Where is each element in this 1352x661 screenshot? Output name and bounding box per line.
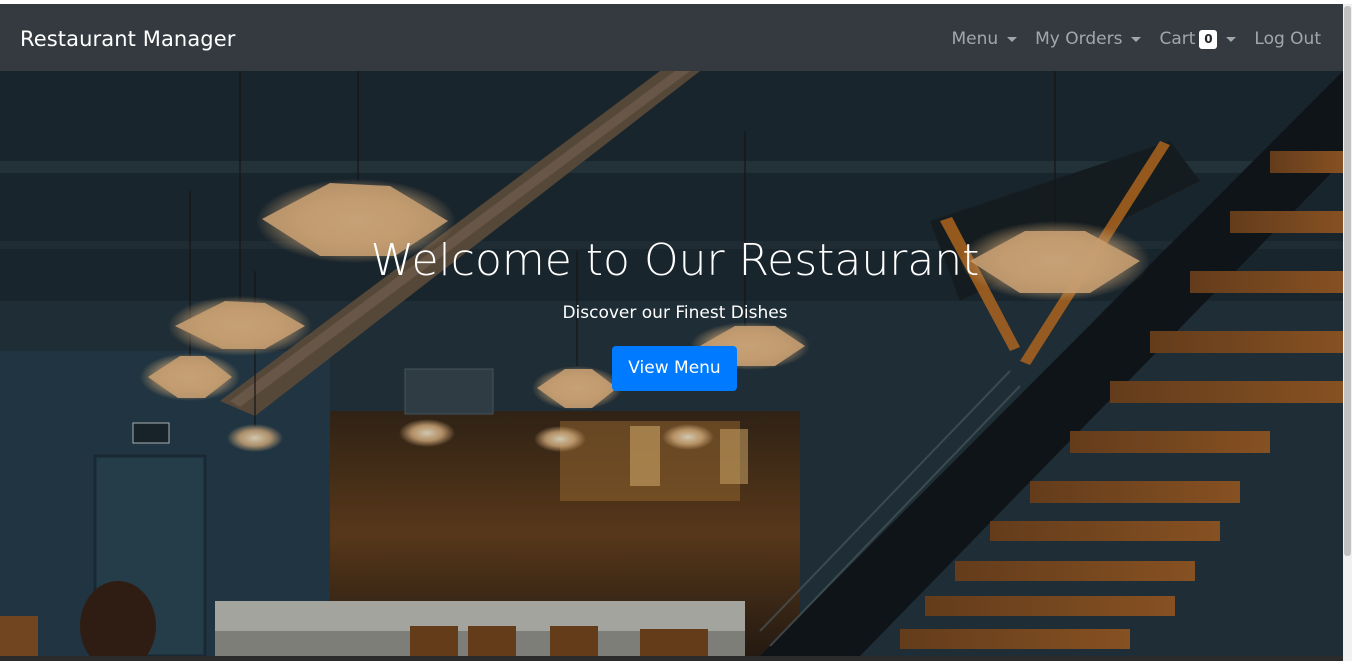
nav-my-orders-dropdown[interactable]: My Orders: [1035, 26, 1142, 52]
nav-logout-link[interactable]: Log Out: [1254, 26, 1321, 52]
cart-count-badge: 0: [1199, 29, 1218, 49]
nav-my-orders-label: My Orders: [1035, 29, 1123, 49]
navbar: Restaurant Manager Menu My Orders Cart 0…: [0, 4, 1343, 71]
navbar-brand[interactable]: Restaurant Manager: [20, 26, 236, 52]
page-scrollbar[interactable]: [1343, 4, 1352, 661]
view-menu-button[interactable]: View Menu: [612, 346, 737, 391]
navbar-links: Menu My Orders Cart 0 Log Out: [933, 26, 1321, 52]
nav-menu-label: Menu: [951, 29, 999, 49]
chevron-down-icon: [1007, 36, 1018, 42]
chevron-down-icon: [1226, 36, 1237, 42]
nav-logout-label: Log Out: [1254, 29, 1321, 49]
page: Restaurant Manager Menu My Orders Cart 0…: [0, 0, 1352, 661]
nav-menu-dropdown[interactable]: Menu: [951, 26, 1018, 52]
nav-cart-dropdown[interactable]: Cart 0: [1159, 26, 1237, 52]
nav-cart-label: Cart: [1159, 29, 1196, 49]
hero-title: Welcome to Our Restaurant: [370, 235, 980, 286]
hero-subtitle: Discover our Finest Dishes: [562, 303, 788, 323]
chevron-down-icon: [1131, 36, 1142, 42]
bottom-edge: [0, 656, 1343, 661]
scrollbar-thumb[interactable]: [1344, 6, 1351, 556]
hero-banner: Welcome to Our Restaurant Discover our F…: [0, 71, 1343, 656]
